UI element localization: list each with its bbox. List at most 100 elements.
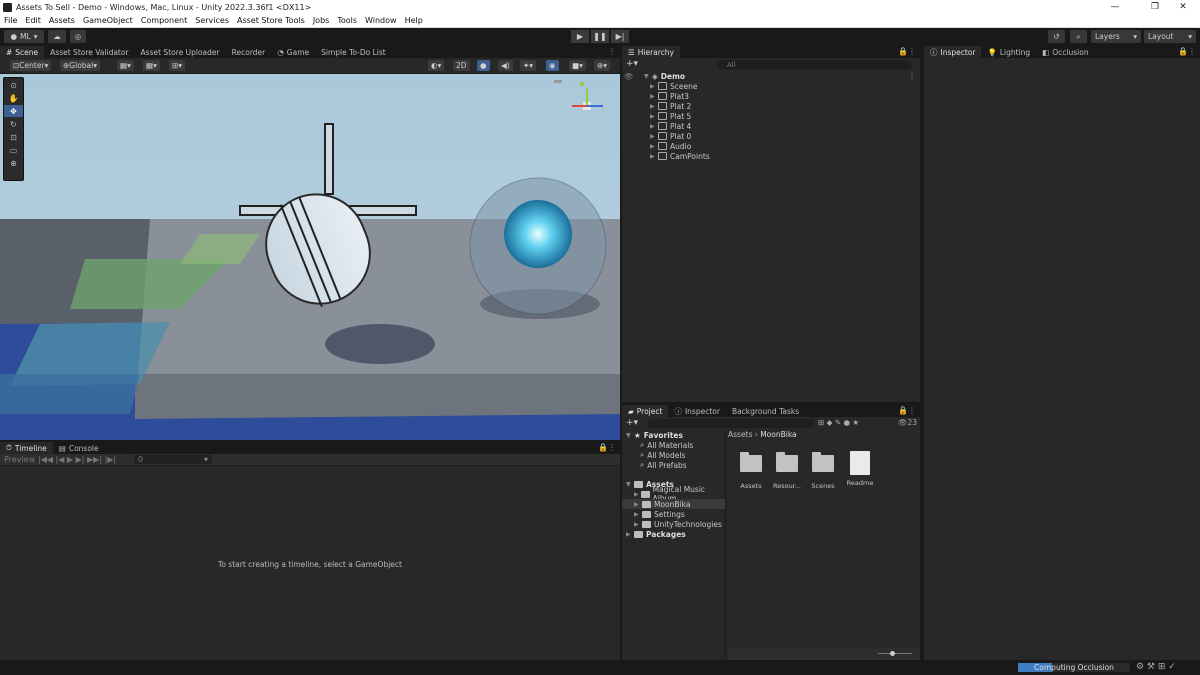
hierarchy-item-plat-5[interactable]: ▶ Plat 5 xyxy=(650,111,691,121)
transport-controls[interactable]: |◀◀ |◀ ▶ ▶| ▶▶| |▶| xyxy=(38,455,116,464)
progress-bar[interactable]: Computing Occlusion xyxy=(1018,663,1130,672)
frame-field[interactable]: 0 xyxy=(134,455,212,464)
grid-snap-dropdown[interactable]: ▦▾ xyxy=(117,60,134,71)
minimize-button[interactable]: — xyxy=(1098,0,1132,14)
visibility-icon[interactable]: 👁 xyxy=(624,72,644,81)
visibility-toggle-icon[interactable]: ◉ xyxy=(546,60,559,71)
tab-game[interactable]: ◔ Game xyxy=(271,46,315,58)
rotate-tool-icon[interactable]: ↻ xyxy=(4,118,23,130)
search-icon[interactable]: ⌕ xyxy=(1070,30,1087,43)
favorites-header[interactable]: ▼ ★ Favorites xyxy=(626,430,683,440)
favorite-all-materials[interactable]: ⌕ All Materials xyxy=(640,440,693,450)
menu-asset-store-tools[interactable]: Asset Store Tools xyxy=(233,16,309,25)
expand-arrow-icon[interactable]: ▶ xyxy=(650,83,658,90)
close-button[interactable]: ✕ xyxy=(1166,0,1200,14)
menu-edit[interactable]: Edit xyxy=(21,16,45,25)
favorite-all-models[interactable]: ⌕ All Models xyxy=(640,450,685,460)
tab-asset-store-validator[interactable]: Asset Store Validator xyxy=(44,46,134,58)
lock-and-menu-icon[interactable]: 🔒⋮ xyxy=(898,47,916,56)
tab-occlusion[interactable]: ◧ Occlusion xyxy=(1036,46,1094,58)
tab-scene[interactable]: # Scene xyxy=(0,46,45,58)
folder-unitytechnologies[interactable]: ▶ UnityTechnologies xyxy=(634,519,722,529)
hierarchy-item-campoints[interactable]: ▶ CamPoints xyxy=(650,151,710,161)
move-tool-icon[interactable]: ✥ xyxy=(4,105,23,117)
cloud-icon[interactable]: ☁ xyxy=(48,30,66,43)
tab-timeline[interactable]: ⏱ Timeline xyxy=(0,442,53,454)
hierarchy-item-plat-0[interactable]: ▶ Plat 0 xyxy=(650,131,691,141)
hierarchy-item-audio[interactable]: ▶ Audio xyxy=(650,141,691,151)
scene-viewport[interactable]: ⊙ ✋ ✥ ↻ ⊡ ▭ ⊕ xyxy=(0,74,620,440)
expand-arrow-icon[interactable]: ▶ xyxy=(650,123,658,130)
history-icon[interactable]: ↺ xyxy=(1048,30,1065,43)
account-dropdown[interactable]: ● ML ▾ xyxy=(4,30,44,43)
hierarchy-item-plat-4[interactable]: ▶ Plat 4 xyxy=(650,121,691,131)
hierarchy-root-demo[interactable]: 👁 ▼ ◈ Demo xyxy=(624,71,685,81)
scale-tool-icon[interactable]: ⊡ xyxy=(4,131,23,143)
pivot-dropdown[interactable]: ⊡ Center ▾ xyxy=(10,60,52,71)
tab-hierarchy[interactable]: ☰ Hierarchy xyxy=(622,46,680,58)
pause-button[interactable]: ❚❚ xyxy=(591,30,609,43)
gizmos-dropdown[interactable]: ⊕▾ xyxy=(594,60,611,71)
menu-help[interactable]: Help xyxy=(401,16,427,25)
menu-window[interactable]: Window xyxy=(361,16,401,25)
menu-services[interactable]: Services xyxy=(191,16,233,25)
camera-dropdown[interactable]: ■▾ xyxy=(569,60,586,71)
expand-arrow-icon[interactable]: ▶ xyxy=(650,153,658,160)
hierarchy-search-input[interactable]: All xyxy=(717,60,912,70)
preview-toggle[interactable]: Preview xyxy=(4,455,35,464)
layout-dropdown[interactable]: Layout ▾ xyxy=(1144,30,1196,43)
lighting-toggle-icon[interactable]: ● xyxy=(477,60,490,71)
expand-arrow-icon[interactable]: ▶ xyxy=(650,143,658,150)
zoom-slider-track[interactable] xyxy=(878,653,912,654)
create-asset-button[interactable]: +▾ xyxy=(626,418,638,428)
packages-header[interactable]: ▶ Packages xyxy=(626,529,686,539)
filter-icons[interactable]: ⊞ ◆ ✎ ● ★ xyxy=(818,418,859,427)
lock-and-menu-icon[interactable]: 🔒⋮ xyxy=(598,443,616,452)
expand-arrow-icon[interactable]: ▶ xyxy=(650,103,658,110)
kebab-menu-icon[interactable]: ⋮ xyxy=(608,47,616,56)
hand-tool-icon[interactable]: ✋ xyxy=(4,92,23,104)
tab-inspector-secondary[interactable]: ⓘ Inspector xyxy=(668,405,725,417)
lock-and-menu-icon[interactable]: 🔒⋮ xyxy=(898,406,916,415)
collab-icon[interactable]: ◎ xyxy=(70,30,86,43)
breadcrumb-assets[interactable]: Assets xyxy=(728,430,752,439)
expand-arrow-icon[interactable]: ▼ xyxy=(644,73,652,80)
rect-tool-icon[interactable]: ▭ xyxy=(4,144,23,156)
expand-arrow-icon[interactable]: ▶ xyxy=(650,133,658,140)
tab-simple-todo-list[interactable]: Simple To-Do List xyxy=(315,46,392,58)
transform-tool-icon[interactable]: ⊕ xyxy=(4,157,23,169)
folder-moonbika[interactable]: ▶ MoonBika xyxy=(622,499,725,509)
effects-dropdown[interactable]: ✦▾ xyxy=(520,60,537,71)
asset-folder-resources[interactable]: Resour... xyxy=(772,452,802,490)
draw-mode-dropdown[interactable]: ◐▾ xyxy=(428,60,445,71)
menu-tools[interactable]: Tools xyxy=(333,16,361,25)
space-dropdown[interactable]: ⊕ Global ▾ xyxy=(60,60,100,71)
menu-assets[interactable]: Assets xyxy=(45,16,79,25)
toggle-2d-button[interactable]: 2D xyxy=(453,60,470,71)
tab-inspector[interactable]: ⓘ Inspector xyxy=(924,46,982,58)
play-button[interactable]: ▶ xyxy=(571,30,589,43)
tab-console[interactable]: ▤ Console xyxy=(53,442,105,454)
lock-and-menu-icon[interactable]: 🔒⋮ xyxy=(1178,47,1196,56)
tab-recorder[interactable]: Recorder xyxy=(226,46,272,58)
expand-arrow-icon[interactable]: ▶ xyxy=(650,93,658,100)
favorite-all-prefabs[interactable]: ⌕ All Prefabs xyxy=(640,460,687,470)
asset-folder-scenes[interactable]: Scenes xyxy=(810,452,836,490)
snap-increment-dropdown[interactable]: ▦▾ xyxy=(143,60,160,71)
tab-project[interactable]: ▰ Project xyxy=(622,405,669,417)
tab-lighting[interactable]: 💡 Lighting xyxy=(981,46,1036,58)
create-button[interactable]: +▾ xyxy=(626,59,638,69)
menu-gameobject[interactable]: GameObject xyxy=(79,16,137,25)
menu-file[interactable]: File xyxy=(0,16,21,25)
asset-readme[interactable]: Readme xyxy=(846,451,874,487)
chevron-down-icon[interactable]: ▾ xyxy=(204,455,208,464)
menu-component[interactable]: Component xyxy=(137,16,191,25)
audio-toggle-icon[interactable]: ◀) xyxy=(498,60,513,71)
kebab-menu-icon[interactable]: ⋮ xyxy=(908,71,916,80)
hierarchy-item-plat-2[interactable]: ▶ Plat 2 xyxy=(650,101,691,111)
asset-folder-assets[interactable]: Assets xyxy=(738,452,764,490)
expand-arrow-icon[interactable]: ▶ xyxy=(650,113,658,120)
overlay-dropdown[interactable]: ⊞▾ xyxy=(169,60,186,71)
tab-background-tasks[interactable]: Background Tasks xyxy=(726,405,805,417)
menu-jobs[interactable]: Jobs xyxy=(309,16,334,25)
